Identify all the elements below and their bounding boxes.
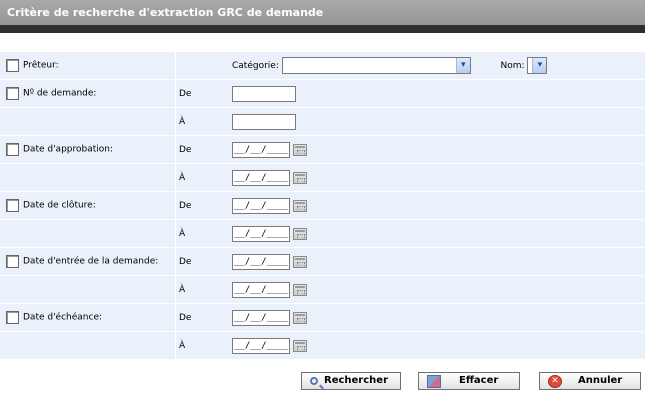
calendar-icon[interactable]: [293, 255, 307, 268]
cancel-button[interactable]: ✕ Annuler: [539, 372, 641, 390]
categorie-select[interactable]: ▾: [281, 57, 471, 74]
echeance-checkbox[interactable]: [6, 311, 19, 324]
approbation-to-label: À: [175, 163, 229, 192]
search-button[interactable]: Rechercher: [301, 372, 401, 390]
echeance-from-date-input[interactable]: __/__/____: [232, 309, 290, 326]
row-numero-to: À: [0, 107, 645, 136]
search-icon: [310, 377, 318, 385]
search-criteria-table: Prêteur: Catégorie: ▾ Nom: ▾ Nº de deman…: [0, 52, 645, 360]
cloture-checkbox[interactable]: [6, 199, 19, 212]
row-approbation-to: À __/__/____: [0, 163, 645, 192]
entree-checkbox[interactable]: [6, 255, 19, 268]
cloture-label: Date de clôture:: [23, 200, 96, 211]
eraser-icon: [427, 374, 441, 388]
approbation-from-label: De: [175, 135, 229, 164]
approbation-label: Date d'approbation:: [23, 144, 114, 155]
clear-button[interactable]: Effacer: [418, 372, 520, 390]
calendar-icon[interactable]: [293, 311, 307, 324]
row-echeance-to: À __/__/____: [0, 331, 645, 360]
calendar-icon[interactable]: [293, 283, 307, 296]
numero-label: Nº de demande:: [23, 88, 97, 99]
numero-from-input[interactable]: [232, 85, 296, 102]
cancel-icon: ✕: [548, 374, 562, 388]
cloture-from-date-input[interactable]: __/__/____: [232, 197, 290, 214]
page-title: Critère de recherche d'extraction GRC de…: [0, 0, 645, 25]
echeance-to-label: À: [175, 331, 229, 360]
entree-from-label: De: [175, 247, 229, 276]
calendar-icon[interactable]: [293, 227, 307, 240]
preteur-label: Prêteur:: [23, 60, 59, 71]
row-preteur: Prêteur: Catégorie: ▾ Nom: ▾: [0, 52, 645, 80]
cloture-to-date-input[interactable]: __/__/____: [232, 225, 290, 242]
calendar-icon[interactable]: [293, 339, 307, 352]
entree-to-label: À: [175, 275, 229, 304]
approbation-from-date-input[interactable]: __/__/____: [232, 141, 290, 158]
echeance-label: Date d'échéance:: [23, 312, 103, 323]
numero-from-label: De: [175, 79, 229, 108]
chevron-down-icon: ▾: [532, 58, 547, 73]
calendar-icon[interactable]: [293, 143, 307, 156]
row-approbation-from: Date d'approbation: De __/__/____: [0, 135, 645, 164]
calendar-icon[interactable]: [293, 199, 307, 212]
title-divider: [0, 25, 645, 33]
echeance-from-label: De: [175, 303, 229, 332]
entree-label: Date d'entrée de la demande:: [23, 256, 159, 267]
nom-select[interactable]: ▾: [527, 57, 548, 74]
categorie-label: Catégorie:: [232, 61, 279, 71]
numero-to-label: À: [175, 107, 229, 136]
numero-to-input[interactable]: [232, 113, 296, 130]
entree-to-date-input[interactable]: __/__/____: [232, 281, 290, 298]
cloture-from-label: De: [175, 191, 229, 220]
cloture-to-label: À: [175, 219, 229, 248]
row-entree-from: Date d'entrée de la demande: De __/__/__…: [0, 247, 645, 276]
nom-label: Nom:: [500, 61, 525, 71]
row-cloture-to: À __/__/____: [0, 219, 645, 248]
echeance-to-date-input[interactable]: __/__/____: [232, 337, 290, 354]
approbation-checkbox[interactable]: [6, 143, 19, 156]
row-numero-from: Nº de demande: De: [0, 79, 645, 108]
approbation-to-date-input[interactable]: __/__/____: [232, 169, 290, 186]
calendar-icon[interactable]: [293, 171, 307, 184]
chevron-down-icon: ▾: [455, 58, 470, 73]
row-echeance-from: Date d'échéance: De __/__/____: [0, 303, 645, 332]
row-cloture-from: Date de clôture: De __/__/____: [0, 191, 645, 220]
row-entree-to: À __/__/____: [0, 275, 645, 304]
numero-checkbox[interactable]: [6, 87, 19, 100]
preteur-checkbox[interactable]: [6, 59, 19, 72]
entree-from-date-input[interactable]: __/__/____: [232, 253, 290, 270]
